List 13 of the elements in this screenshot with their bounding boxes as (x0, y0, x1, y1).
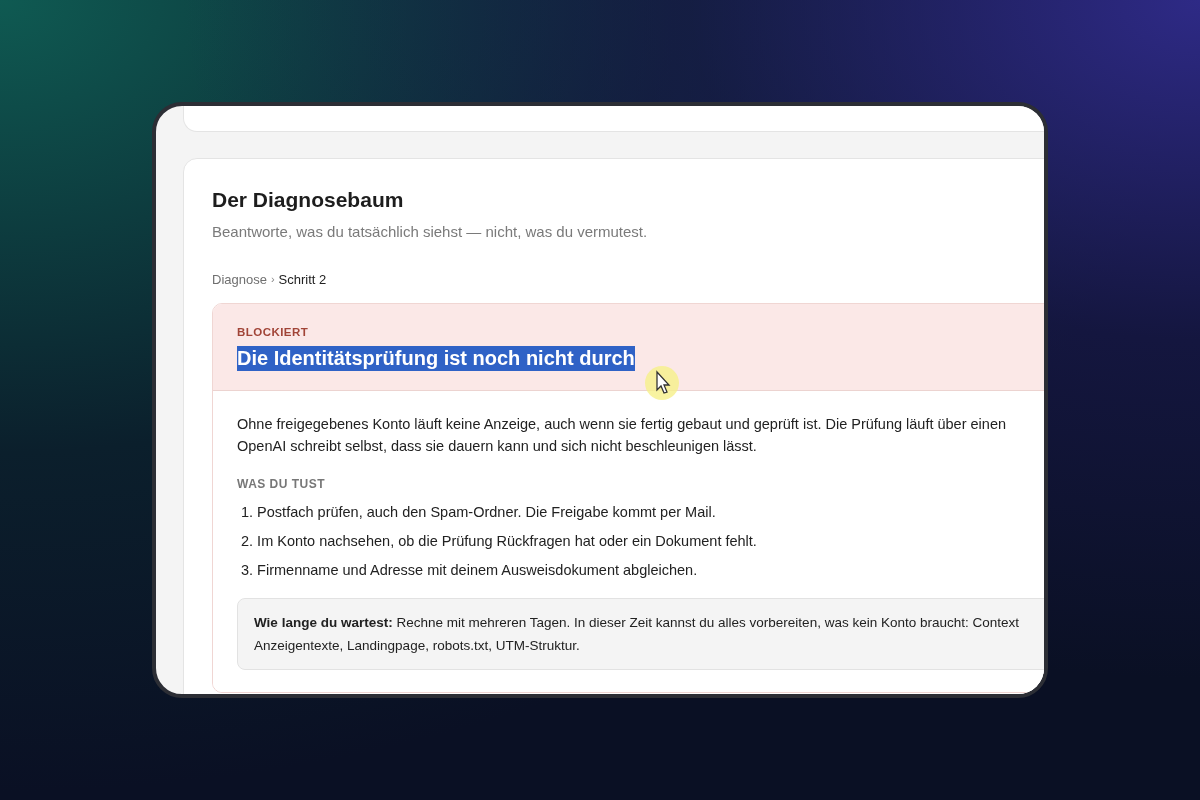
page-title: Der Diagnosebaum (212, 187, 405, 213)
breadcrumb-link[interactable]: Diagnose (212, 269, 267, 290)
page-subtitle: Beantworte, was du tatsächlich siehst — nicht, was du vermutest. (212, 222, 649, 243)
action-item: 1. Postfach prüfen, auch den Spam-Ordner. Die Freigabe kommt per Mail. (240, 502, 717, 522)
info-note: Wie lange du wartest: Rechne mit mehreren Tagen. In dieser Zeit kannst du alles vorbereiten, was kein Konto braucht: Context Anzeigentexte, Landingpage, robots.txt, UTM-Struktur. (237, 597, 1044, 670)
action-item: 2. Im Konto nachsehen, ob die Prüfung Rückfragen hat oder ein Dokument fehlt. (240, 531, 758, 551)
step-title: Die Identitätsprüfung ist noch nicht durch (237, 345, 635, 371)
breadcrumb-current: Schritt 2 (278, 270, 327, 289)
action-item: 3. Firmenname und Adresse mit deinem Ausweisdokument abgleichen. (240, 560, 699, 580)
status-label: BLOCKIERT (237, 325, 310, 341)
section-heading: WAS DU TUST (237, 475, 326, 493)
step-description: Ohne freigegebenes Konto läuft keine Anzeige, auch wenn sie fertig gebaut und geprüft ist. Die Prüfung läuft über einen OpenAI schreibt selbst, dass sie dauern kann und sich nicht beschleunigen lässt. (237, 414, 1008, 456)
breadcrumb-separator: › (270, 272, 275, 288)
